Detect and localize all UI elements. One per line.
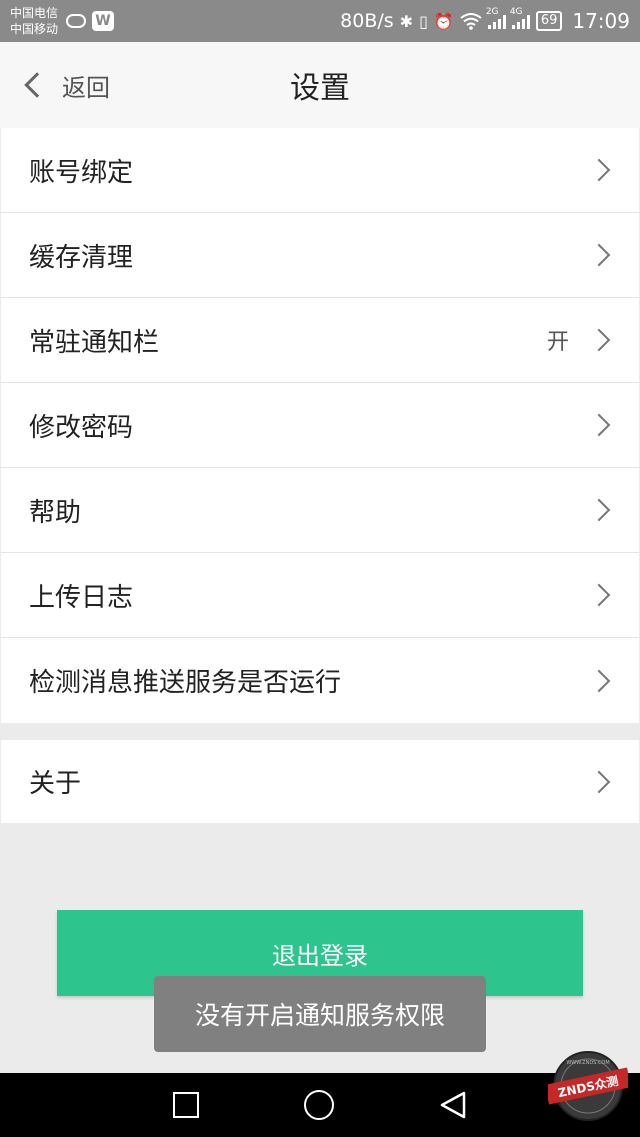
settings-item-change-password[interactable]: 修改密码	[1, 383, 639, 468]
chevron-left-icon	[24, 72, 50, 98]
settings-item-label: 常驻通知栏	[29, 327, 160, 358]
logout-label: 退出登录	[272, 941, 368, 970]
chevron-right-icon	[587, 583, 611, 607]
settings-item-label: 账号绑定	[29, 157, 134, 188]
carrier-1: 中国电信	[10, 6, 59, 20]
toast-message: 没有开启通知服务权限	[154, 976, 486, 1052]
settings-item-account-binding[interactable]: 账号绑定	[1, 128, 639, 213]
signal-icon-2: 4G	[510, 7, 530, 29]
navigation-bar	[0, 1073, 640, 1137]
signal-tag-2: 4G	[509, 7, 523, 17]
net-speed: 80B/s	[340, 10, 394, 32]
settings-item-label: 检测消息推送服务是否运行	[29, 668, 342, 698]
chevron-right-icon	[587, 498, 611, 522]
about-section: 关于	[1, 740, 639, 823]
chevron-right-icon	[587, 413, 611, 437]
settings-item-label: 帮助	[29, 497, 82, 528]
wifi-icon	[460, 13, 482, 30]
signal-icon-1: 2G	[486, 7, 506, 29]
cloud-icon	[66, 14, 87, 28]
page-title: 设置	[290, 71, 350, 106]
settings-item-persistent-notification[interactable]: 常驻通知栏 开	[1, 298, 639, 383]
carrier-2: 中国移动	[10, 22, 59, 36]
signal-tag-1: 2G	[485, 7, 499, 17]
status-bar: 中国电信 中国移动 W 80B/s ✱ ▯ ⏰ 2G 4G 69 17:09	[0, 0, 640, 42]
bluetooth-icon: ✱	[399, 11, 414, 31]
app-w-icon: W	[92, 11, 115, 31]
settings-item-label: 上传日志	[29, 582, 134, 613]
settings-item-about[interactable]: 关于	[1, 740, 639, 823]
chevron-right-icon	[587, 328, 611, 352]
back-button[interactable]: 返回	[24, 42, 110, 128]
chevron-right-icon	[587, 770, 611, 793]
settings-item-help[interactable]: 帮助	[1, 468, 639, 553]
watermark-subtext: WWW.ZNDS.COM	[566, 1060, 609, 1066]
toast-text: 没有开启通知服务权限	[194, 1001, 445, 1030]
settings-screen: 中国电信 中国移动 W 80B/s ✱ ▯ ⏰ 2G 4G 69 17:09 返…	[0, 0, 640, 1137]
settings-item-upload-log[interactable]: 上传日志	[1, 553, 639, 638]
settings-item-check-push-service[interactable]: 检测消息推送服务是否运行	[1, 638, 639, 723]
recent-apps-button[interactable]	[172, 1092, 199, 1118]
settings-item-label: 修改密码	[29, 412, 134, 443]
header-bar: 返回 设置	[0, 42, 640, 128]
settings-item-label: 缓存清理	[29, 242, 134, 273]
system-indicators: 80B/s ✱ ▯ ⏰ 2G 4G 69 17:09	[340, 7, 630, 33]
carrier-info: 中国电信 中国移动	[10, 5, 58, 37]
chevron-right-icon	[587, 158, 611, 182]
settings-list: 账号绑定 缓存清理 常驻通知栏 开 修改密码 帮助 上传日志 检测消息推送服务是…	[1, 128, 639, 723]
chevron-right-icon	[587, 669, 611, 692]
znds-watermark-logo: ZNDS众测 WWW.ZNDS.COM	[548, 1051, 628, 1121]
home-button[interactable]	[303, 1090, 334, 1120]
notification-icons: W	[66, 11, 115, 31]
settings-item-label: 关于	[29, 769, 82, 799]
back-label: 返回	[62, 73, 110, 102]
back-triangle-button[interactable]	[439, 1090, 467, 1120]
battery-level: 69	[540, 13, 558, 28]
settings-item-value: 开	[546, 330, 569, 355]
settings-item-clear-cache[interactable]: 缓存清理	[1, 213, 639, 298]
battery-icon: 69	[535, 11, 563, 31]
vibrate-icon: ▯	[419, 11, 428, 31]
alarm-icon: ⏰	[433, 11, 454, 31]
chevron-right-icon	[587, 243, 611, 267]
clock: 17:09	[572, 9, 630, 33]
